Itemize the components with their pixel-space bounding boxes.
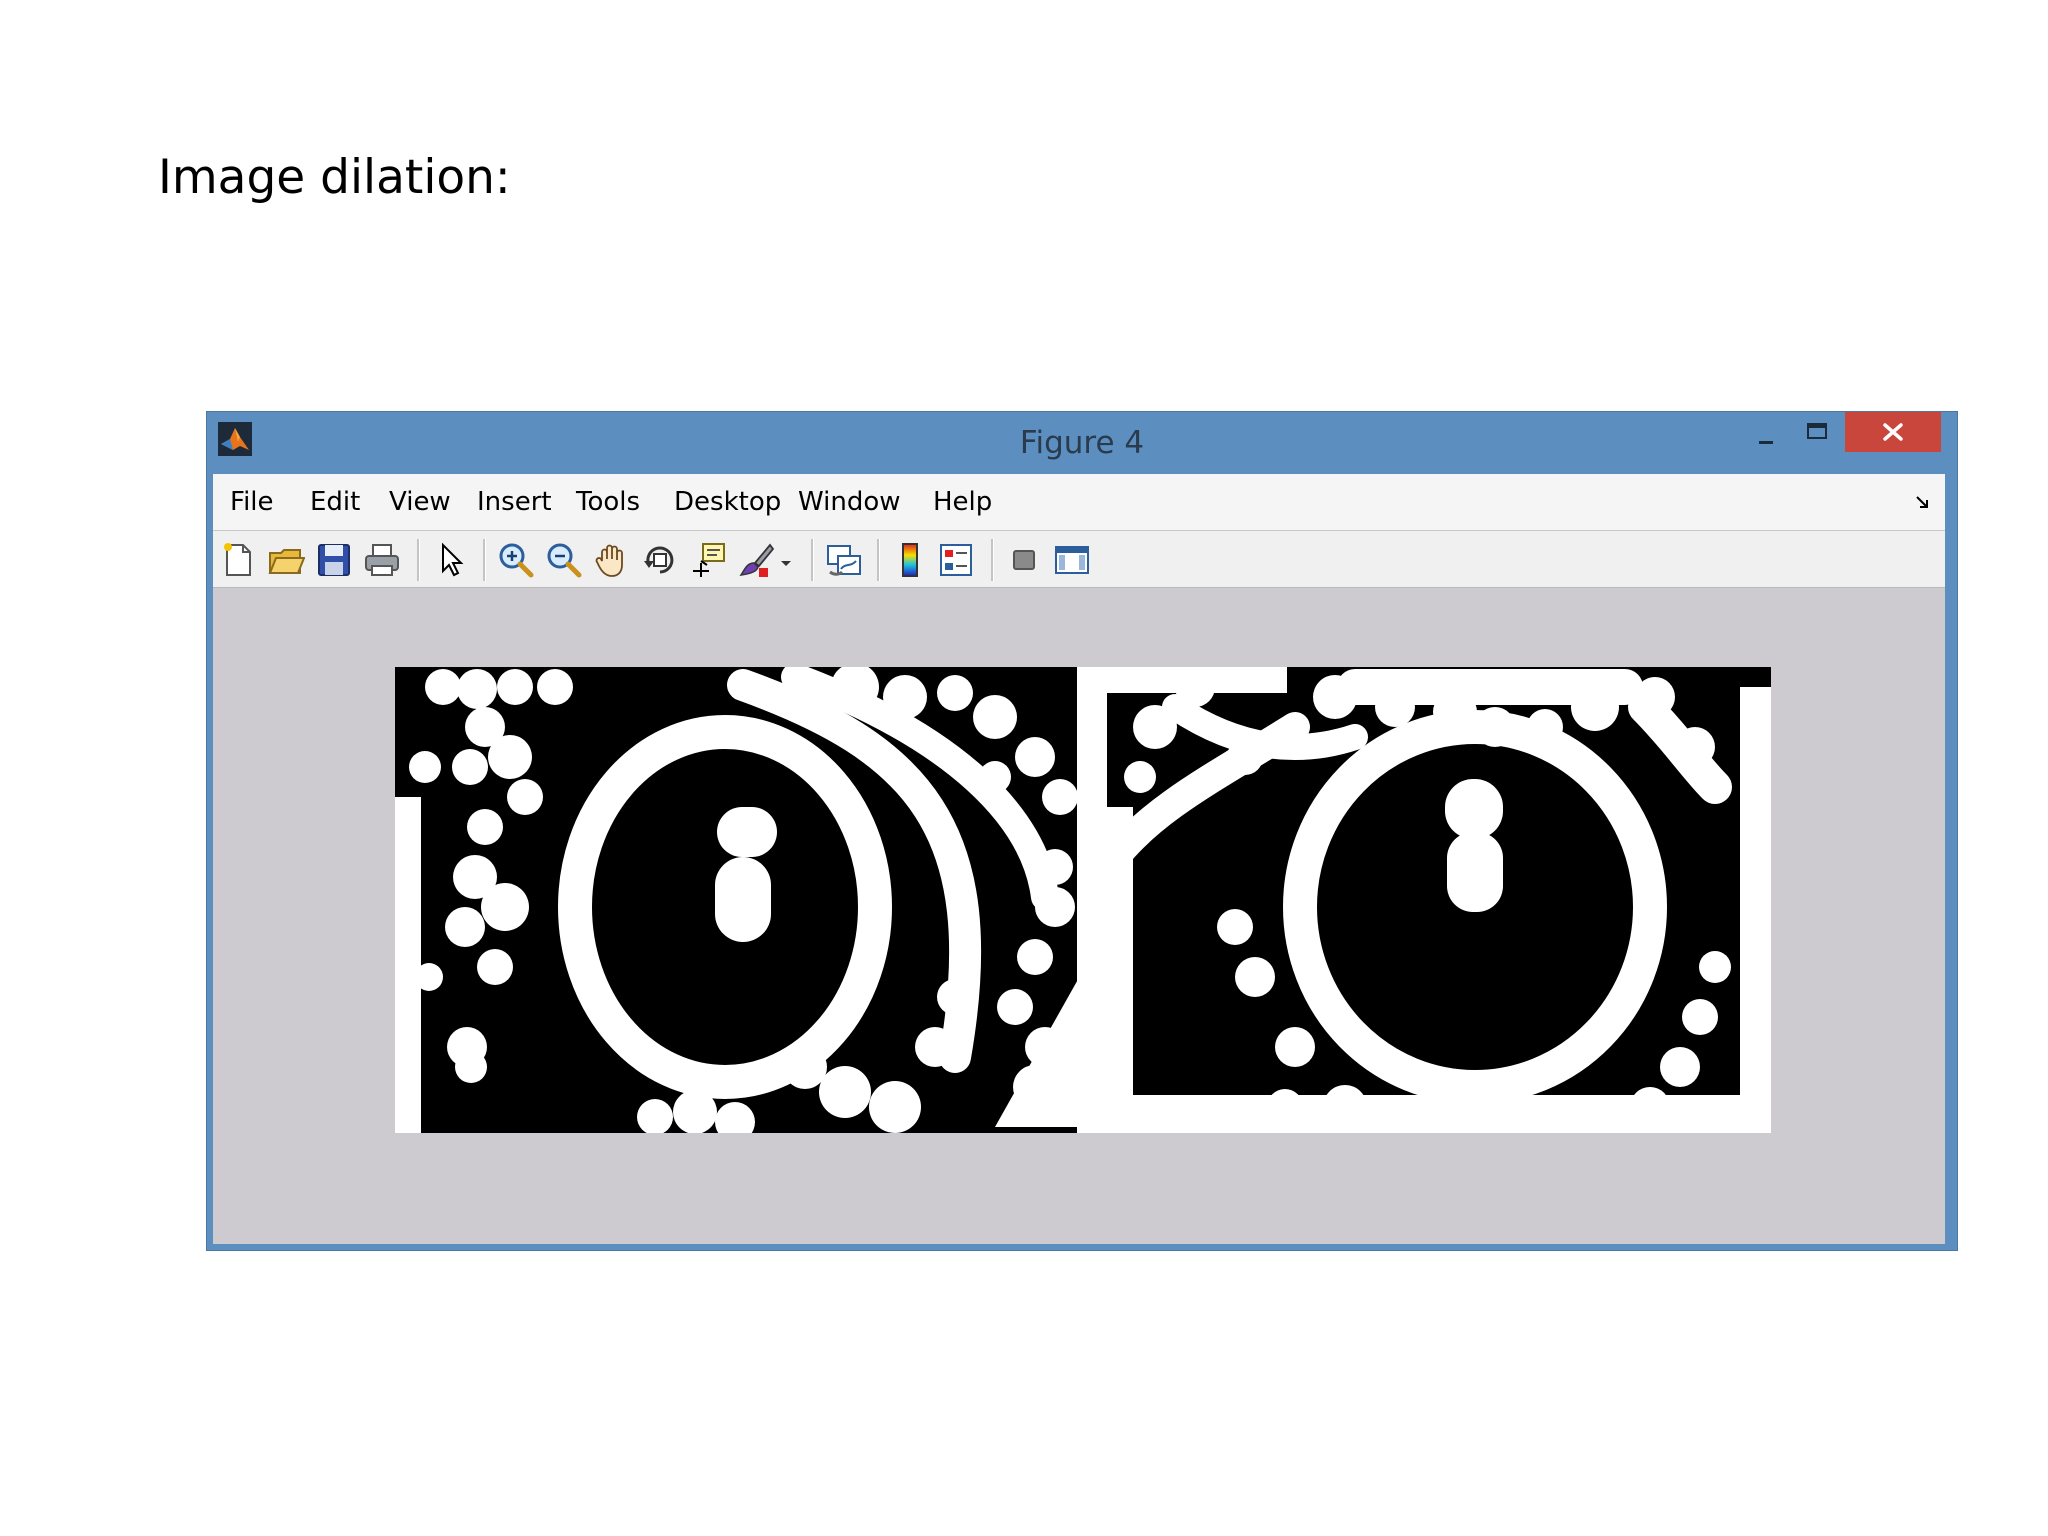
link-plot-icon[interactable] <box>825 541 863 579</box>
open-file-icon[interactable] <box>267 541 305 579</box>
new-figure-icon[interactable] <box>219 541 257 579</box>
menu-file[interactable]: File <box>230 474 274 530</box>
toolbar-separator <box>811 539 814 581</box>
maximize-icon <box>1807 423 1827 439</box>
window-title: Figure 4 <box>1019 425 1145 461</box>
menu-help[interactable]: Help <box>933 474 992 530</box>
dilated-image-canvas <box>395 667 1771 1133</box>
menu-desktop[interactable]: Desktop <box>674 474 781 530</box>
menu-window[interactable]: Window <box>798 474 901 530</box>
pan-icon[interactable] <box>593 541 631 579</box>
legend-icon[interactable] <box>937 541 975 579</box>
toolbar-separator <box>417 539 420 581</box>
hide-plot-tools-icon[interactable] <box>1005 541 1043 579</box>
close-button[interactable] <box>1845 412 1941 452</box>
menu-view[interactable]: View <box>389 474 451 530</box>
save-icon[interactable] <box>315 541 353 579</box>
toolbar-separator <box>877 539 880 581</box>
data-cursor-icon[interactable] <box>689 541 727 579</box>
menu-tools[interactable]: Tools <box>576 474 640 530</box>
slide-heading: Image dilation: <box>158 150 511 205</box>
close-icon <box>1883 423 1903 441</box>
figure-client-area: File Edit View Insert Tools Desktop Wind… <box>213 474 1945 1244</box>
rotate-3d-icon[interactable] <box>641 541 679 579</box>
zoom-in-icon[interactable] <box>497 541 535 579</box>
print-icon[interactable] <box>363 541 401 579</box>
dilated-binary-image[interactable] <box>395 667 1771 1133</box>
menu-insert[interactable]: Insert <box>477 474 552 530</box>
title-bar[interactable]: Figure 4 <box>207 412 1957 474</box>
figure-window: Figure 4 File Edit View Insert Tools Des… <box>206 411 1958 1251</box>
show-plot-tools-icon[interactable] <box>1053 541 1091 579</box>
menu-edit[interactable]: Edit <box>310 474 360 530</box>
maximize-button[interactable] <box>1785 412 1849 454</box>
toolbar-separator <box>991 539 994 581</box>
pointer-icon[interactable] <box>431 541 469 579</box>
brush-icon[interactable] <box>737 541 775 579</box>
dock-figure-icon[interactable] <box>1915 494 1931 510</box>
figure-toolbar <box>213 531 1945 588</box>
toolbar-separator <box>483 539 486 581</box>
colorbar-icon[interactable] <box>891 541 929 579</box>
menu-bar: File Edit View Insert Tools Desktop Wind… <box>213 474 1945 531</box>
brush-dropdown-icon[interactable] <box>775 541 797 579</box>
zoom-out-icon[interactable] <box>545 541 583 579</box>
